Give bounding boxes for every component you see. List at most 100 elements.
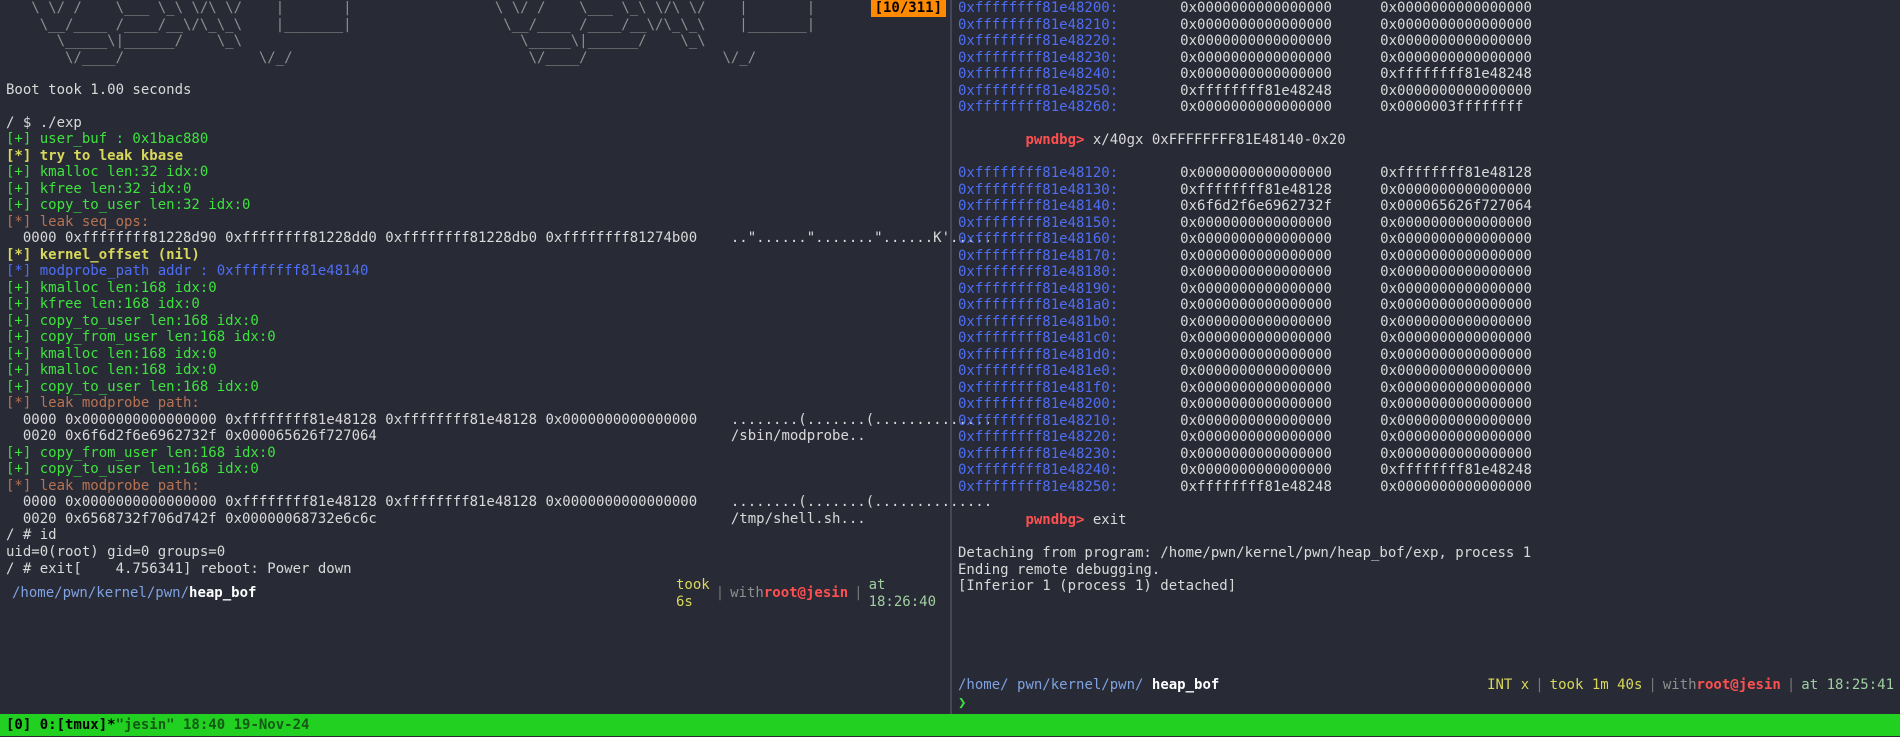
mem-value: 0x0000003ffffffff — [1380, 99, 1580, 116]
memory-row: 0xffffffff81e48140: 0x6f6d2f6e6962732f 0… — [958, 198, 1896, 215]
memory-row: 0xffffffff81e48260: 0x0000000000000000 0… — [958, 99, 1896, 116]
mem-value: 0x0000000000000000 — [1380, 83, 1580, 100]
mem-value: 0x0000000000000000 — [1180, 363, 1380, 380]
mem-value: 0xffffffff81e48248 — [1380, 462, 1580, 479]
log-leak-modprobe: [*] leak modprobe path: — [6, 395, 946, 412]
log-userbuf: [+] user_buf : 0x1bac880 — [6, 131, 946, 148]
took-duration: took 1m 40s — [1550, 677, 1643, 694]
with-label: with — [730, 585, 764, 602]
mem-address: 0xffffffff81e48250: — [958, 83, 1138, 100]
mem-value: 0x0000000000000000 — [1180, 0, 1380, 17]
mem-value: 0x0000000000000000 — [1180, 281, 1380, 298]
prompt-caret-icon[interactable]: ❯ — [958, 695, 966, 712]
memory-row: 0xffffffff81e481d0: 0x0000000000000000 0… — [958, 347, 1896, 364]
memory-row: 0xffffffff81e481a0: 0x0000000000000000 0… — [958, 297, 1896, 314]
mem-address: 0xffffffff81e48190: — [958, 281, 1138, 298]
log-kernel-offset: [*] kernel_offset (nil) — [6, 247, 946, 264]
mem-value: 0x0000000000000000 — [1180, 165, 1380, 182]
memory-row: 0xffffffff81e48230: 0x0000000000000000 0… — [958, 446, 1896, 463]
log-line: [+] copy_to_user len:32 idx:0 — [6, 197, 946, 214]
mem-value: 0x0000000000000000 — [1180, 33, 1380, 50]
mem-address: 0xffffffff81e48160: — [958, 231, 1138, 248]
memory-row: 0xffffffff81e48250: 0xffffffff81e48248 0… — [958, 479, 1896, 496]
mem-address: 0xffffffff81e48210: — [958, 413, 1138, 430]
mem-value: 0x0000000000000000 — [1380, 330, 1580, 347]
hexdump-line: 0000 0xffffffff81228d90 0xffffffff81228d… — [6, 230, 946, 247]
mem-value: 0x0000000000000000 — [1380, 314, 1580, 331]
mem-value: 0x0000000000000000 — [1380, 17, 1580, 34]
hexdump-line: 0000 0x0000000000000000 0xffffffff81e481… — [6, 412, 946, 429]
mem-value: 0x0000000000000000 — [1380, 396, 1580, 413]
mem-value: 0x0000000000000000 — [1380, 248, 1580, 265]
user-host: root@jesin — [764, 585, 848, 602]
mem-value: 0x0000000000000000 — [1180, 314, 1380, 331]
mem-value: 0x0000000000000000 — [1180, 347, 1380, 364]
left-pane[interactable]: [10/311] \ \/ / \___ \_\ \/\ \/ | | \ \/… — [0, 0, 950, 714]
cwd-leaf: heap_bof — [189, 585, 256, 602]
user-host: root@jesin — [1697, 677, 1781, 694]
memory-row: 0xffffffff81e48200: 0x0000000000000000 0… — [958, 396, 1896, 413]
ascii-art: \ \/ / \___ \_\ \/\ \/ | | \ \/ / \___ \… — [6, 0, 946, 66]
mem-address: 0xffffffff81e481d0: — [958, 347, 1138, 364]
id-output: uid=0(root) gid=0 groups=0 — [6, 544, 946, 561]
memory-row: 0xffffffff81e48190: 0x0000000000000000 0… — [958, 281, 1896, 298]
cwd-leaf: heap_bof — [1152, 677, 1219, 693]
mem-value: 0x0000000000000000 — [1180, 99, 1380, 116]
mem-value: 0x0000000000000000 — [1180, 380, 1380, 397]
hexdump-line: 0020 0x6f6d2f6e6962732f 0x000065626f7270… — [6, 428, 946, 445]
mem-value: 0x0000000000000000 — [1380, 297, 1580, 314]
memory-row: 0xffffffff81e481c0: 0x0000000000000000 0… — [958, 330, 1896, 347]
memory-row: 0xffffffff81e48160: 0x0000000000000000 0… — [958, 231, 1896, 248]
memory-row: 0xffffffff81e48200: 0x0000000000000000 0… — [958, 0, 1896, 17]
mem-value: 0x0000000000000000 — [1380, 380, 1580, 397]
took-duration: took 6s — [676, 577, 710, 610]
tmux-status-bar[interactable]: [0] 0:[tmux]* "jesin" 18:40 19-Nov-24 — [0, 714, 1900, 736]
mem-address: 0xffffffff81e481e0: — [958, 363, 1138, 380]
memory-row: 0xffffffff81e48170: 0x0000000000000000 0… — [958, 248, 1896, 265]
mem-value: 0x0000000000000000 — [1180, 264, 1380, 281]
memory-row: 0xffffffff81e48120: 0x0000000000000000 0… — [958, 165, 1896, 182]
pwndbg-cmd: pwndbg> x/40gx 0xFFFFFFFF81E48140-0x20 — [958, 116, 1896, 166]
tmux-session-info: [0] 0:[tmux]* — [6, 714, 116, 736]
mem-value: 0x0000000000000000 — [1180, 413, 1380, 430]
log-line: [+] copy_to_user len:168 idx:0 — [6, 461, 946, 478]
mem-value: 0xffffffff81e48128 — [1380, 165, 1580, 182]
mem-address: 0xffffffff81e48130: — [958, 182, 1138, 199]
memory-row: 0xffffffff81e48210: 0x0000000000000000 0… — [958, 17, 1896, 34]
log-leak-modprobe: [*] leak modprobe path: — [6, 478, 946, 495]
memory-row: 0xffffffff81e48130: 0xffffffff81e48128 0… — [958, 182, 1896, 199]
log-line: [+] copy_to_user len:168 idx:0 — [6, 313, 946, 330]
mem-address: 0xffffffff81e481f0: — [958, 380, 1138, 397]
log-line: [+] copy_from_user len:168 idx:0 — [6, 329, 946, 346]
log-line: [+] kfree len:32 idx:0 — [6, 181, 946, 198]
memory-row: 0xffffffff81e48210: 0x0000000000000000 0… — [958, 413, 1896, 430]
mem-address: 0xffffffff81e481c0: — [958, 330, 1138, 347]
mem-value: 0x0000000000000000 — [1380, 0, 1580, 17]
mem-value: 0x0000000000000000 — [1380, 50, 1580, 67]
memory-row: 0xffffffff81e48230: 0x0000000000000000 0… — [958, 50, 1896, 67]
log-line: [+] kmalloc len:168 idx:0 — [6, 362, 946, 379]
mem-value: 0x0000000000000000 — [1180, 215, 1380, 232]
hexdump-line: 0020 0x6568732f706d742f 0x00000068732e6c… — [6, 511, 946, 528]
shell-exit-line: / # exit[ 4.756341] reboot: Power down — [6, 561, 946, 578]
log-line: [+] kmalloc len:32 idx:0 — [6, 164, 946, 181]
memory-row: 0xffffffff81e481b0: 0x0000000000000000 0… — [958, 314, 1896, 331]
log-line: [+] copy_from_user len:168 idx:0 — [6, 445, 946, 462]
memory-row: 0xffffffff81e48220: 0x0000000000000000 0… — [958, 429, 1896, 446]
mem-value: 0x0000000000000000 — [1380, 231, 1580, 248]
mem-address: 0xffffffff81e48260: — [958, 99, 1138, 116]
memory-dump-top: 0xffffffff81e48200: 0x0000000000000000 0… — [958, 0, 1896, 116]
right-pane[interactable]: 0xffffffff81e48200: 0x0000000000000000 0… — [952, 0, 1900, 714]
mem-address: 0xffffffff81e48240: — [958, 66, 1138, 83]
memory-row: 0xffffffff81e481f0: 0x0000000000000000 0… — [958, 380, 1896, 397]
mem-value: 0x0000000000000000 — [1180, 248, 1380, 265]
mem-address: 0xffffffff81e48180: — [958, 264, 1138, 281]
memory-row: 0xffffffff81e48180: 0x0000000000000000 0… — [958, 264, 1896, 281]
mem-address: 0xffffffff81e481a0: — [958, 297, 1138, 314]
mem-value: 0x0000000000000000 — [1380, 429, 1580, 446]
mem-value: 0x0000000000000000 — [1380, 281, 1580, 298]
mem-address: 0xffffffff81e48170: — [958, 248, 1138, 265]
mem-value: 0x0000000000000000 — [1180, 50, 1380, 67]
log-line: [+] kfree len:168 idx:0 — [6, 296, 946, 313]
detach-msg: [Inferior 1 (process 1) detached] — [958, 578, 1896, 595]
